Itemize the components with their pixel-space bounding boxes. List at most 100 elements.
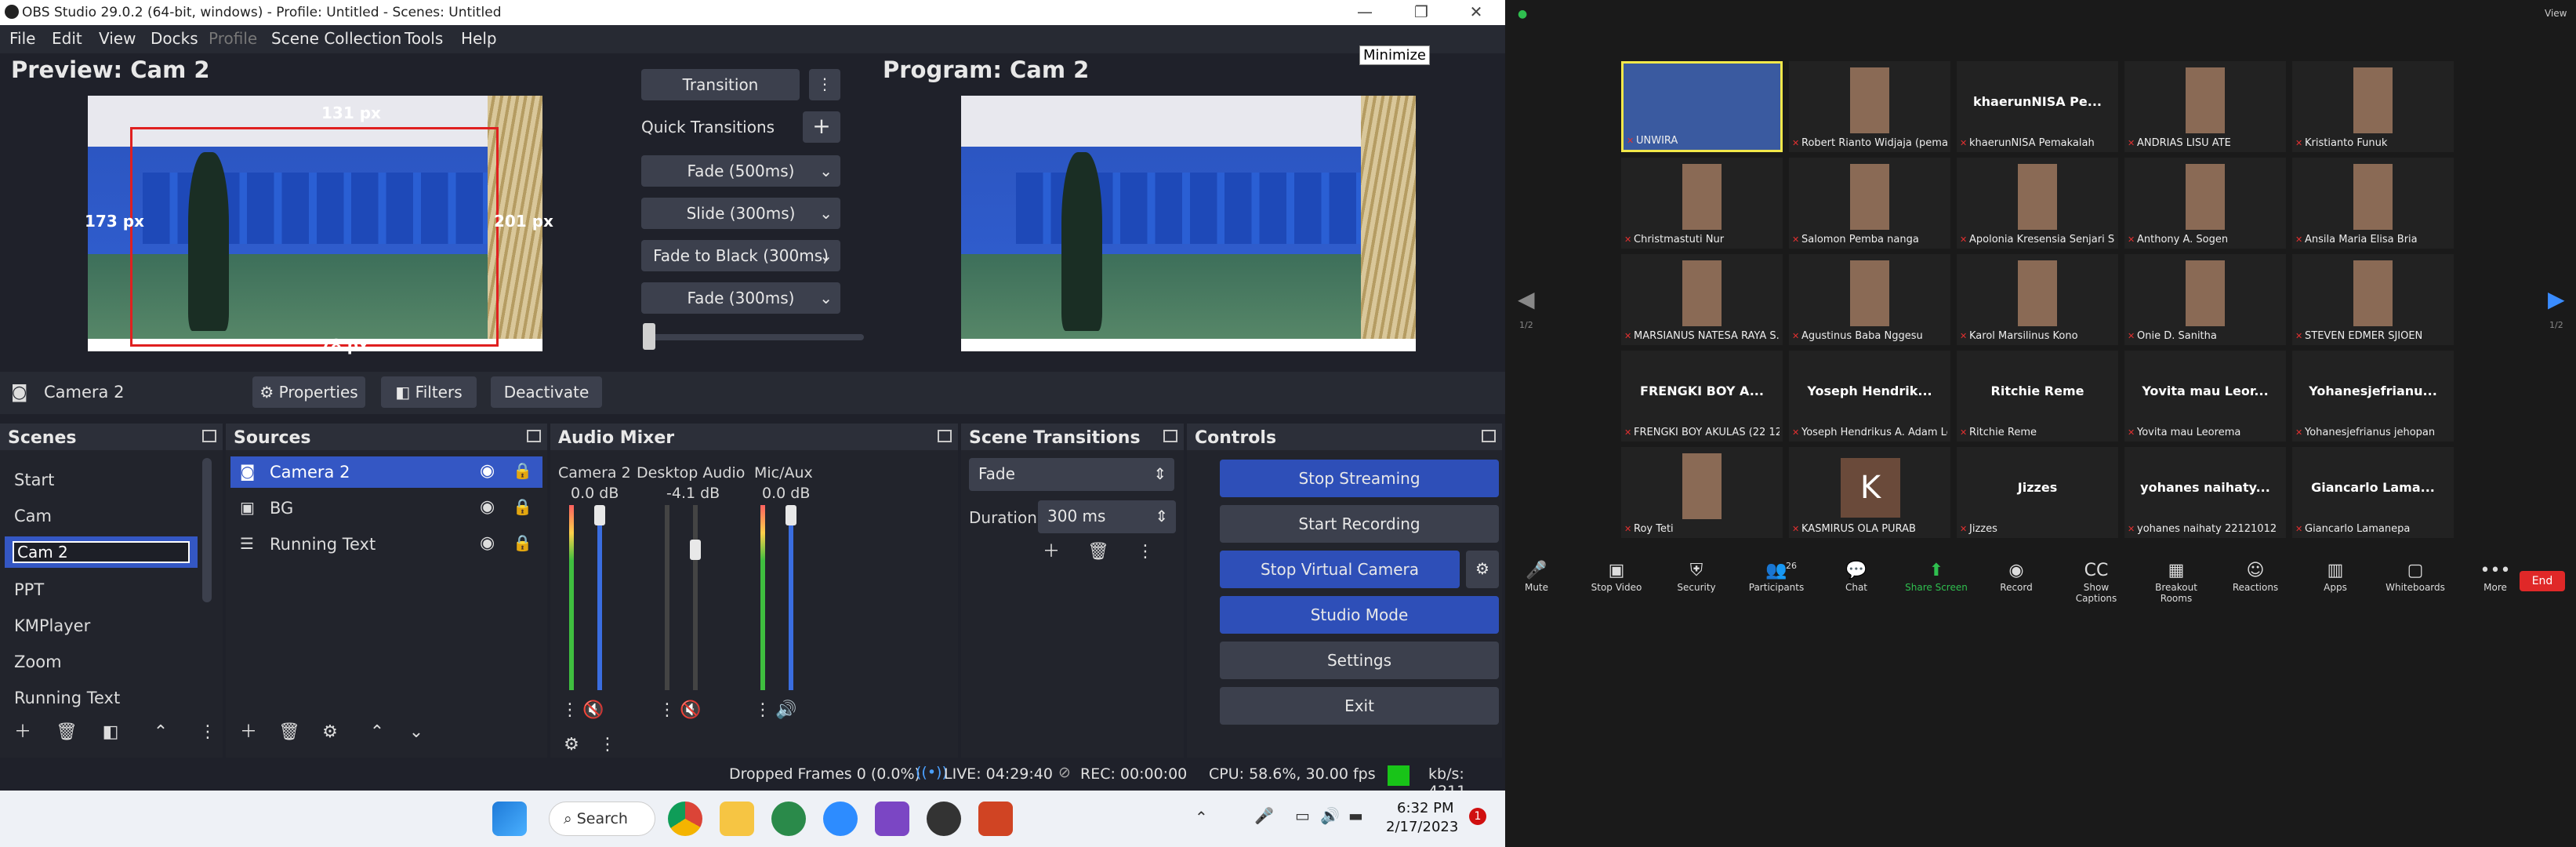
chat-button[interactable]: 💬 Chat bbox=[1825, 561, 1888, 593]
more-icon[interactable]: ⋮ bbox=[196, 722, 220, 745]
menu-file[interactable]: File bbox=[9, 29, 35, 48]
move-up-icon[interactable]: ⌃ bbox=[149, 722, 172, 745]
mic-icon[interactable]: 🎤 bbox=[1254, 806, 1274, 825]
quick-transition-fade-black[interactable]: Fade to Black (300ms) ⌄ bbox=[641, 240, 840, 271]
selection-box[interactable] bbox=[130, 127, 499, 347]
transition-menu-icon[interactable]: ⋮ bbox=[1134, 541, 1157, 565]
tbar-slider[interactable] bbox=[643, 323, 864, 350]
scene-item[interactable]: KMPlayer bbox=[14, 616, 90, 635]
stop-video-button[interactable]: ▣ Stop Video bbox=[1585, 561, 1648, 593]
remove-scene-icon[interactable]: 🗑 bbox=[55, 722, 78, 745]
participant-tile[interactable]: ✕ Kristianto Funuk bbox=[2292, 61, 2454, 152]
channel-menu-icon[interactable]: ⋮ bbox=[558, 700, 582, 723]
properties-button[interactable]: ⚙ Properties bbox=[252, 376, 365, 408]
scene-filters-icon[interactable]: ◧ bbox=[99, 722, 122, 745]
scene-item-selected[interactable]: Cam 2 bbox=[5, 536, 198, 568]
lock-icon[interactable]: 🔒 bbox=[513, 533, 532, 552]
menu-edit[interactable]: Edit bbox=[52, 29, 82, 48]
participant-tile[interactable]: Jizzes ✕ Jizzes bbox=[1957, 447, 2118, 538]
move-down-icon[interactable]: ⌄ bbox=[405, 722, 428, 745]
transition-menu-button[interactable]: ⋮ bbox=[809, 69, 840, 100]
channel-menu-icon[interactable]: ⋮ bbox=[751, 700, 775, 723]
participant-tile[interactable]: Giancarlo Lama... ✕ Giancarlo Lamanepa bbox=[2292, 447, 2454, 538]
notification-badge[interactable]: 1 bbox=[1469, 808, 1486, 825]
transition-button[interactable]: Transition bbox=[641, 69, 800, 100]
scene-item[interactable]: Cam bbox=[14, 507, 52, 525]
visibility-eye-icon[interactable]: ◉ bbox=[480, 533, 495, 553]
participant-tile[interactable]: ✕ MARSIANUS NATESA RAYA S... bbox=[1621, 254, 1783, 345]
participant-tile[interactable]: ✕ Onie D. Sanitha bbox=[2124, 254, 2286, 345]
reactions-button[interactable]: ☺ Reactions bbox=[2224, 561, 2287, 593]
channel-menu-icon[interactable]: ⋮ bbox=[655, 700, 679, 723]
participant-tile[interactable]: K ✕ KASMIRUS OLA PURAB bbox=[1789, 447, 1950, 538]
lock-icon[interactable]: 🔒 bbox=[513, 461, 532, 480]
quick-transition-fade-500[interactable]: Fade (500ms) ⌄ bbox=[641, 155, 840, 187]
deactivate-button[interactable]: Deactivate bbox=[491, 376, 602, 408]
participant-tile[interactable]: yohanes naihaty... ✕ yohanes naihaty 22121… bbox=[2124, 447, 2286, 538]
source-item[interactable]: ☰ Running Text ◉ 🔒 bbox=[230, 529, 542, 560]
duration-input[interactable]: 300 ms ⇕ bbox=[1038, 500, 1176, 533]
participant-tile[interactable]: Yoseph Hendrik... ✕ Yoseph Hendrikus A. Ad… bbox=[1789, 351, 1950, 442]
share-screen-button[interactable]: ⬆ Share Screen bbox=[1905, 561, 1968, 593]
participant-tile[interactable]: ✕ Robert Rianto Widjaja (pema... bbox=[1789, 61, 1950, 152]
participant-tile[interactable]: Ritchie Reme ✕ Ritchie Reme bbox=[1957, 351, 2118, 442]
muted-speaker-icon[interactable]: 🔇 bbox=[679, 700, 702, 723]
transition-type-select[interactable]: Fade ⇕ bbox=[969, 458, 1174, 491]
remove-source-icon[interactable]: 🗑 bbox=[278, 722, 301, 745]
speaker-icon[interactable]: 🔊 bbox=[1320, 806, 1340, 825]
stop-streaming-button[interactable]: Stop Streaming bbox=[1220, 460, 1499, 497]
menu-view[interactable]: View bbox=[99, 29, 136, 48]
participant-tile[interactable]: Yovita mau Leor... ✕ Yovita mau Leorema bbox=[2124, 351, 2286, 442]
participant-tile[interactable]: ✕ Christmastuti Nur bbox=[1621, 158, 1783, 249]
prev-page-icon[interactable]: ◀ bbox=[1518, 286, 1535, 312]
close-button[interactable]: ✕ bbox=[1449, 0, 1504, 25]
menu-scene-collection[interactable]: Scene Collection bbox=[271, 29, 401, 48]
clock-time[interactable]: 6:32 PM bbox=[1397, 800, 1454, 816]
participant-tile[interactable]: Yohanesjefrianu... ✕ Yohanesjefrianus jeho… bbox=[2292, 351, 2454, 442]
menu-profile[interactable]: Profile bbox=[209, 29, 257, 48]
scene-item[interactable]: Start bbox=[14, 471, 54, 489]
file-explorer-icon[interactable] bbox=[720, 802, 754, 836]
participant-tile[interactable]: ✕ Karol Marsilinus Kono bbox=[1957, 254, 2118, 345]
participant-tile[interactable]: ✕ Agustinus Baba Nggesu bbox=[1789, 254, 1950, 345]
undock-icon[interactable] bbox=[527, 430, 541, 442]
participant-tile[interactable]: FRENGKI BOY A... ✕ FRENGKI BOY AKULAS (22 … bbox=[1621, 351, 1783, 442]
quick-transition-fade-300[interactable]: Fade (300ms) ⌄ bbox=[641, 282, 840, 314]
settings-button[interactable]: Settings bbox=[1220, 642, 1499, 679]
source-item-selected[interactable]: ◙ Camera 2 ◉ 🔒 bbox=[230, 456, 542, 488]
lock-icon[interactable]: 🔒 bbox=[513, 497, 532, 516]
participants-button[interactable]: 👥 Participants 26 bbox=[1745, 561, 1808, 593]
chrome-profile-icon[interactable] bbox=[771, 802, 806, 836]
clock-date[interactable]: 2/17/2023 bbox=[1386, 819, 1458, 835]
menu-tools[interactable]: Tools bbox=[405, 29, 443, 48]
taskbar-search[interactable]: ⌕ Search bbox=[549, 802, 655, 836]
participant-tile[interactable]: ✕ Apolonia Kresensia Senjari Sa... bbox=[1957, 158, 2118, 249]
security-button[interactable]: ⛨ Security bbox=[1665, 561, 1728, 593]
chrome-icon[interactable] bbox=[668, 802, 702, 836]
start-recording-button[interactable]: Start Recording bbox=[1220, 505, 1499, 543]
visibility-eye-icon[interactable]: ◉ bbox=[480, 461, 495, 481]
add-scene-icon[interactable]: ＋ bbox=[11, 722, 34, 745]
scenes-scrollbar[interactable] bbox=[202, 458, 212, 602]
volume-fader[interactable] bbox=[789, 505, 793, 690]
participant-tile[interactable]: ✕ UNWIRA bbox=[1621, 61, 1783, 152]
preview-canvas[interactable] bbox=[88, 96, 542, 351]
minimize-button[interactable]: — bbox=[1337, 0, 1392, 25]
fader-handle[interactable] bbox=[594, 505, 605, 525]
menu-docks[interactable]: Docks bbox=[151, 29, 198, 48]
volume-fader[interactable] bbox=[597, 505, 602, 690]
filters-button[interactable]: ◧ Filters bbox=[381, 376, 477, 408]
advanced-audio-icon[interactable]: ⚙ bbox=[560, 734, 583, 758]
exit-button[interactable]: Exit bbox=[1220, 687, 1499, 725]
participant-tile[interactable]: khaerunNISA Pe... ✕ khaerunNISA Pemakalah bbox=[1957, 61, 2118, 152]
end-meeting-button[interactable]: End bbox=[2520, 571, 2565, 591]
mute-button[interactable]: 🎤 Mute bbox=[1505, 561, 1568, 593]
show-hidden-icons[interactable]: ⌃ bbox=[1195, 808, 1208, 827]
menu-help[interactable]: Help bbox=[461, 29, 497, 48]
source-properties-icon[interactable]: ⚙ bbox=[318, 722, 342, 745]
volume-fader[interactable] bbox=[693, 505, 698, 690]
more-button[interactable]: ••• More bbox=[2464, 561, 2527, 593]
undock-icon[interactable] bbox=[1163, 430, 1177, 442]
powerpoint-icon[interactable] bbox=[978, 802, 1013, 836]
tbar-handle[interactable] bbox=[643, 323, 655, 350]
